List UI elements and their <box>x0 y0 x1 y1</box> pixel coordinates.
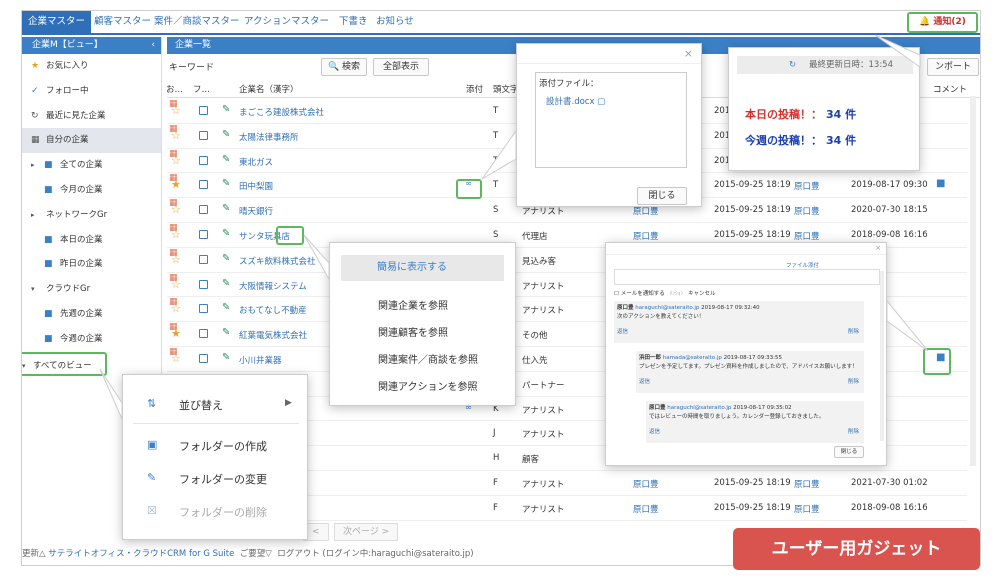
app-window: 企業マスター 顧客マスター 案件／商談マスター アクションマスター 下書き お知… <box>21 10 981 566</box>
callout-lines <box>99 34 929 420</box>
user-gadget-badge: ユーザー用ガジェット <box>733 528 980 570</box>
